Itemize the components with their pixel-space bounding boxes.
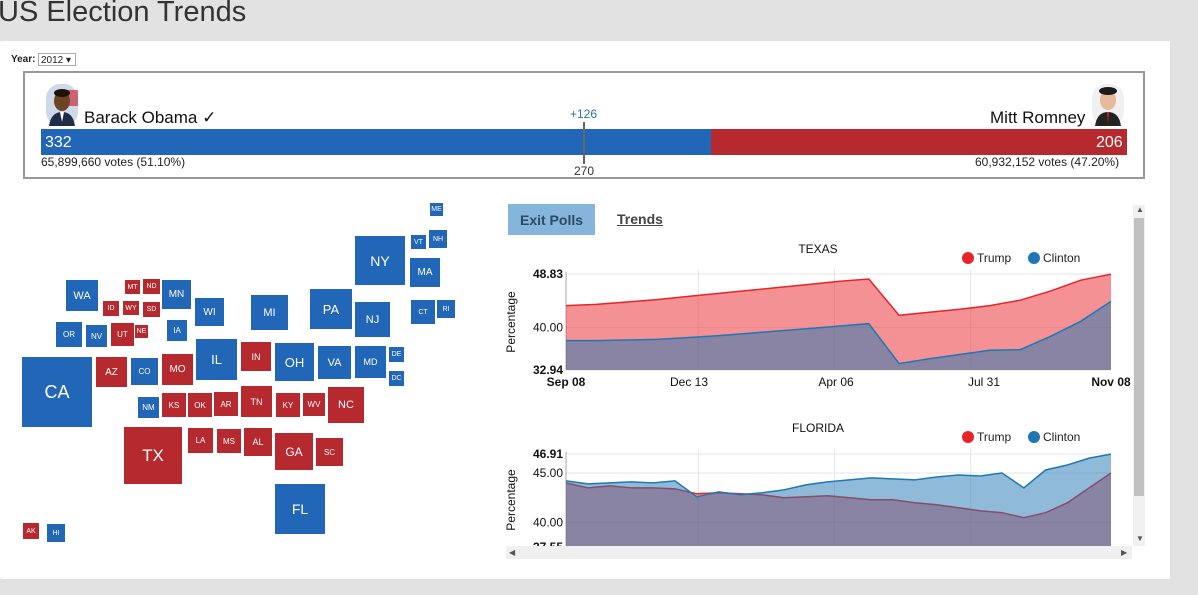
state-tile-ca[interactable]: CA [22, 357, 92, 427]
state-tile-nd[interactable]: ND [143, 279, 160, 294]
state-tile-ga[interactable]: GA [275, 433, 313, 470]
state-tile-mi[interactable]: MI [251, 295, 288, 330]
year-label: Year: [11, 54, 36, 65]
state-tile-sc[interactable]: SC [316, 438, 343, 466]
scroll-down-arrow[interactable]: ▼ [1136, 534, 1144, 543]
dem-ev-bar [41, 129, 711, 155]
state-tile-hi[interactable]: HI [47, 524, 65, 542]
state-tile-in[interactable]: IN [241, 342, 271, 371]
state-tile-nh[interactable]: NH [429, 230, 447, 248]
state-tile-ky[interactable]: KY [276, 393, 300, 417]
obama-avatar [46, 84, 78, 126]
state-tile-ny[interactable]: NY [355, 236, 405, 285]
vertical-scroll-thumb[interactable] [1134, 218, 1144, 496]
state-tile-fl[interactable]: FL [275, 484, 325, 534]
state-tile-oh[interactable]: OH [275, 343, 314, 381]
state-tile-va[interactable]: VA [318, 346, 351, 379]
state-tile-mn[interactable]: MN [162, 280, 191, 309]
state-tile-ne[interactable]: NE [135, 325, 148, 338]
state-tile-co[interactable]: CO [131, 358, 158, 385]
ev-margin: +126 [570, 107, 598, 121]
horizontal-scrollbar[interactable] [506, 546, 1132, 559]
tab-trends[interactable]: Trends [617, 211, 663, 227]
dem-candidate-name: Barack Obama ✓ [84, 108, 217, 127]
state-tile-tn[interactable]: TN [241, 386, 272, 417]
state-tile-mt[interactable]: MT [125, 280, 140, 294]
threshold-label: 270 [574, 164, 595, 178]
rep-ev-count: 206 [1096, 134, 1123, 151]
state-tile-al[interactable]: AL [244, 428, 272, 456]
state-tile-ar[interactable]: AR [214, 392, 238, 416]
scroll-right-arrow[interactable]: ▶ [1121, 548, 1127, 557]
state-tile-vt[interactable]: VT [411, 235, 426, 249]
state-tile-ms[interactable]: MS [217, 429, 241, 453]
romney-avatar [1092, 84, 1124, 126]
state-tile-ut[interactable]: UT [111, 323, 134, 346]
state-tile-ma[interactable]: MA [410, 258, 440, 287]
state-tile-or[interactable]: OR [56, 322, 82, 347]
rep-ev-bar [711, 129, 1127, 155]
rep-candidate-name: Mitt Romney [990, 108, 1086, 127]
state-tile-ks[interactable]: KS [162, 393, 186, 417]
vertical-scrollbar[interactable] [1133, 205, 1145, 546]
threshold-line [583, 122, 585, 164]
state-tile-dc[interactable]: DC [389, 371, 404, 386]
state-tile-ok[interactable]: OK [188, 393, 212, 417]
state-tile-mo[interactable]: MO [162, 354, 193, 385]
state-tile-ri[interactable]: RI [437, 300, 455, 318]
state-tile-wy[interactable]: WY [123, 301, 139, 315]
state-tile-wv[interactable]: WV [303, 393, 325, 416]
state-tile-wa[interactable]: WA [66, 280, 98, 311]
state-tile-ct[interactable]: CT [411, 300, 435, 324]
state-tile-il[interactable]: IL [196, 339, 237, 380]
dem-ev-count: 332 [45, 134, 72, 151]
state-tile-md[interactable]: MD [355, 346, 386, 378]
state-tile-ak[interactable]: AK [23, 523, 39, 539]
state-tile-de[interactable]: DE [389, 347, 404, 362]
tab-exit-polls[interactable]: Exit Polls [508, 204, 595, 235]
dem-popular-votes: 65,899,660 votes (51.10%) [41, 155, 186, 169]
scroll-left-arrow[interactable]: ◀ [509, 548, 515, 557]
rep-popular-votes: 60,932,152 votes (47.20%) [975, 155, 1120, 169]
scroll-up-arrow[interactable]: ▲ [1136, 205, 1144, 214]
state-tile-id[interactable]: ID [103, 301, 119, 316]
year-select[interactable]: 2012 ▾ [38, 53, 76, 66]
state-tile-ia[interactable]: IA [167, 320, 187, 341]
state-tile-nj[interactable]: NJ [355, 302, 390, 337]
state-tile-nv[interactable]: NV [86, 325, 107, 347]
page-title: US Election Trends [0, 0, 247, 28]
state-tile-nm[interactable]: NM [138, 397, 159, 418]
state-tile-la[interactable]: LA [188, 428, 213, 453]
state-tile-sd[interactable]: SD [143, 302, 160, 317]
state-tile-pa[interactable]: PA [310, 289, 352, 329]
state-tile-me[interactable]: ME [430, 203, 443, 216]
state-tile-nc[interactable]: NC [328, 387, 364, 423]
state-tile-tx[interactable]: TX [124, 427, 182, 484]
state-tile-wi[interactable]: WI [195, 298, 224, 326]
state-tile-az[interactable]: AZ [96, 357, 127, 387]
